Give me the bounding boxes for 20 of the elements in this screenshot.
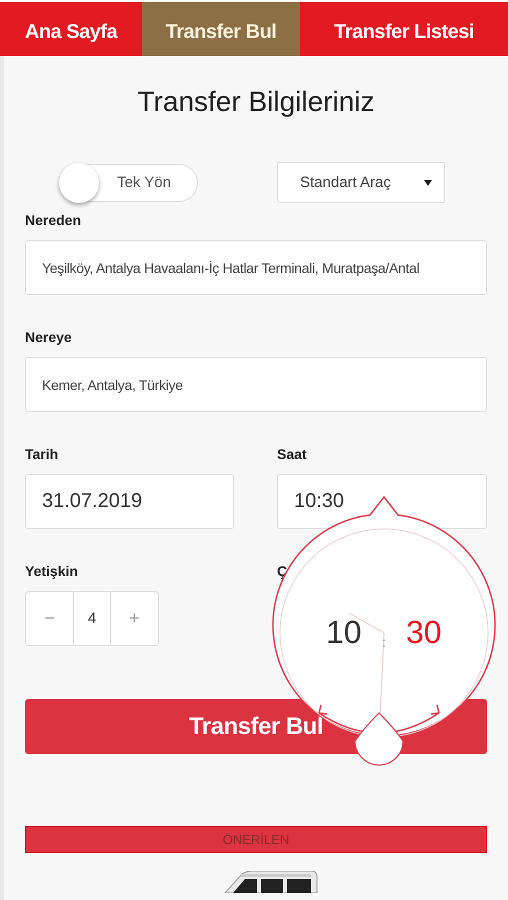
trip-toggle[interactable]: Tek Yön <box>60 164 198 202</box>
input-field[interactable]: Yeşilköy, Antalya Havaalanı-İç Hatlar Terminali, Muratpaşa/Antal <box>25 240 487 295</box>
nav-tab[interactable]: Transfer Bul <box>142 2 300 56</box>
vehicle-select[interactable]: Standart Araç <box>277 162 445 203</box>
count-value: 4 <box>73 592 111 645</box>
time-separator: : <box>382 633 386 652</box>
field-label: Nereye <box>25 329 73 345</box>
field-label: Tarih <box>25 446 60 462</box>
page-title: Transfer Bilgileriniz <box>136 85 376 119</box>
hour-value[interactable]: 10 <box>326 613 362 651</box>
field-label: Nereden <box>25 212 82 228</box>
field-label: Saat <box>277 446 308 462</box>
increment-button[interactable]: + <box>110 592 158 645</box>
input-field[interactable]: Kemer, Antalya, Türkiye <box>25 357 487 412</box>
minute-value[interactable]: 30 <box>406 613 442 651</box>
dropdown-icon <box>424 180 432 186</box>
recommended-banner: ÖNERİLEN <box>25 826 487 853</box>
decrement-button[interactable]: − <box>26 592 74 645</box>
field-label: Yetişkin <box>25 563 79 579</box>
input-field[interactable]: 31.07.2019 <box>25 474 234 529</box>
